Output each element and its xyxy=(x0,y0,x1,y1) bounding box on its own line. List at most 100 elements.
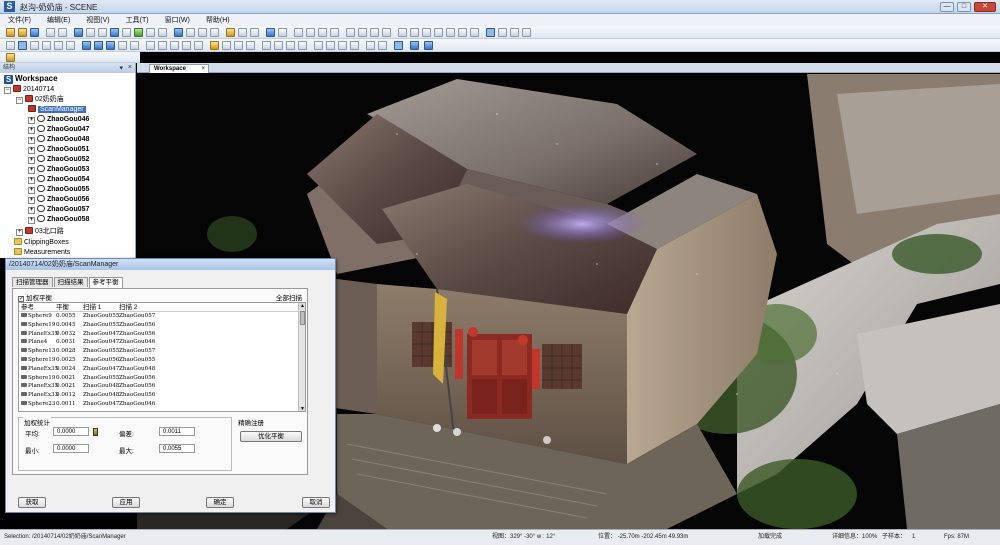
expand-icon[interactable]: + xyxy=(16,229,23,236)
tree-scan[interactable]: + ZhaoGou048 xyxy=(28,135,89,145)
edl-icon[interactable] xyxy=(326,41,335,50)
expand-icon[interactable]: + xyxy=(28,207,35,214)
col-scan2[interactable]: 扫描 2 xyxy=(119,303,137,312)
cloud-icon[interactable] xyxy=(198,28,207,37)
table-row[interactable]: PlaneEx33 0.0012 ZhaoGou048 ZhaoGou056 xyxy=(19,391,305,400)
angle-icon[interactable] xyxy=(358,28,367,37)
expand-icon[interactable]: + xyxy=(28,147,35,154)
expand-icon[interactable]: + xyxy=(28,167,35,174)
table-row[interactable]: Plane4 0.0031 ZhaoGou047 ZhaoGou046 xyxy=(19,338,305,347)
level-icon[interactable] xyxy=(378,41,387,50)
fly-icon[interactable] xyxy=(66,41,75,50)
export-icon[interactable] xyxy=(210,28,219,37)
table-row[interactable]: PlaneEx35 0.0021 ZhaoGou048 ZhaoGou056 xyxy=(19,382,305,391)
target-icon[interactable] xyxy=(110,28,119,37)
tree-clipping-boxes[interactable]: ClippingBoxes xyxy=(14,238,69,248)
tab-scan-manager[interactable]: 扫描管理器 xyxy=(12,277,53,287)
color-mode-icon[interactable] xyxy=(222,41,231,50)
expand-icon[interactable]: + xyxy=(28,137,35,144)
table-row[interactable]: Sphere23 0.0011 ZhaoGou047 ZhaoGou046 xyxy=(19,400,305,409)
iso-view-icon[interactable] xyxy=(118,41,127,50)
menu-window[interactable]: 窗口(W) xyxy=(165,15,190,25)
zoom-icon[interactable] xyxy=(470,28,479,37)
expand-icon[interactable]: + xyxy=(28,177,35,184)
tree-sibling-cluster[interactable]: +03北口路 xyxy=(16,227,64,237)
circle-icon[interactable] xyxy=(458,28,467,37)
tree-scan[interactable]: + ZhaoGou046 xyxy=(28,115,89,125)
tree-scan[interactable]: + ZhaoGou052 xyxy=(28,155,89,165)
redo-icon[interactable] xyxy=(58,28,67,37)
maximize-button[interactable]: □ xyxy=(957,2,971,12)
tree-scan[interactable]: + ZhaoGou054 xyxy=(28,175,89,185)
tile-icon[interactable] xyxy=(350,41,359,50)
list-scrollbar[interactable]: ▲ ▼ xyxy=(298,303,305,411)
table-row[interactable]: Sphere19 0.0021 ZhaoGou055 ZhaoGou056 xyxy=(19,374,305,383)
scroll-down-icon[interactable]: ▼ xyxy=(299,406,305,411)
table-row[interactable]: Sphere19 0.0025 ZhaoGou056 ZhaoGou055 xyxy=(19,356,305,365)
tree-workspace[interactable]: S Workspace xyxy=(4,74,58,84)
save-icon[interactable] xyxy=(30,28,39,37)
stereo-icon[interactable] xyxy=(262,41,271,50)
home-view-icon[interactable] xyxy=(130,41,139,50)
col-balance[interactable]: 平衡 xyxy=(56,303,69,312)
menu-file[interactable]: 文件(F) xyxy=(8,15,31,25)
filter-icon[interactable] xyxy=(86,28,95,37)
tree-scan[interactable]: + ZhaoGou056 xyxy=(28,195,89,205)
tab-close-icon[interactable]: × xyxy=(201,65,205,73)
tree-scan[interactable]: + ZhaoGou047 xyxy=(28,125,89,135)
menu-help[interactable]: 帮助(H) xyxy=(206,15,230,25)
undo-icon[interactable] xyxy=(46,28,55,37)
fetch-button[interactable]: 获取 xyxy=(18,497,46,508)
intensity-icon[interactable] xyxy=(234,41,243,50)
correspondence-icon[interactable] xyxy=(174,28,183,37)
color-icon[interactable] xyxy=(186,28,195,37)
selection-icon[interactable] xyxy=(382,28,391,37)
clip-icon[interactable] xyxy=(294,28,303,37)
menu-tools[interactable]: 工具(T) xyxy=(126,15,149,25)
scroll-thumb[interactable] xyxy=(300,311,305,325)
zoom-fit-icon[interactable] xyxy=(170,41,179,50)
filter-icon-2[interactable] xyxy=(366,41,375,50)
collapse-icon[interactable]: − xyxy=(16,97,23,104)
screen-icon[interactable] xyxy=(410,41,419,50)
tab-reference-balance[interactable]: 参考平衡 xyxy=(88,277,123,288)
top-view-icon[interactable] xyxy=(94,41,103,50)
new-icon[interactable] xyxy=(6,28,15,37)
hide-icon[interactable] xyxy=(318,28,327,37)
ok-button[interactable]: 确定 xyxy=(206,497,234,508)
tag-icon[interactable] xyxy=(370,28,379,37)
flash-icon[interactable] xyxy=(182,41,191,50)
scroll-up-icon[interactable]: ▲ xyxy=(299,303,305,310)
shade-icon[interactable] xyxy=(286,41,295,50)
table-row[interactable]: PlaneEx35 0.0032 ZhaoGou047 ZhaoGou056 xyxy=(19,330,305,339)
col-scan1[interactable]: 扫描 1 xyxy=(83,303,101,312)
view-mode-planar-icon[interactable] xyxy=(498,28,507,37)
expand-icon[interactable]: + xyxy=(28,117,35,124)
cancel-button[interactable]: 取消 xyxy=(302,497,330,508)
table-row[interactable]: Sphere19 0.0045 ZhaoGou055 ZhaoGou056 xyxy=(19,321,305,330)
table-row[interactable]: PlaneEx35 0.0024 ZhaoGou047 ZhaoGou048 xyxy=(19,365,305,374)
view-icon[interactable] xyxy=(250,28,259,37)
view-mode-3d-icon[interactable] xyxy=(486,28,495,37)
pan-icon[interactable] xyxy=(30,41,39,50)
point-icon[interactable] xyxy=(434,28,443,37)
expand-icon[interactable]: + xyxy=(28,127,35,134)
tab-scan-results[interactable]: 扫描结果 xyxy=(53,277,88,287)
point-size-icon[interactable] xyxy=(278,28,287,37)
panel-close-icon[interactable]: × xyxy=(128,63,132,73)
quick-view-icon[interactable] xyxy=(266,28,275,37)
gap-fill-icon[interactable] xyxy=(314,41,323,50)
render-icon[interactable] xyxy=(274,41,283,50)
tree-scan[interactable]: + ZhaoGou057 xyxy=(28,205,89,215)
rotate-icon[interactable] xyxy=(42,41,51,50)
box-select-icon[interactable] xyxy=(410,28,419,37)
scan-icon[interactable] xyxy=(74,28,83,37)
pin-icon[interactable]: ▾ xyxy=(119,64,123,74)
menu-view[interactable]: 视图(V) xyxy=(86,15,109,25)
pointer-icon[interactable] xyxy=(6,41,15,50)
zoom-in-icon[interactable] xyxy=(146,41,155,50)
col-reference[interactable]: 参考 xyxy=(21,303,34,312)
tree-project[interactable]: − 20140714 xyxy=(4,85,54,95)
close-button[interactable]: ✕ xyxy=(974,2,996,12)
expand-icon[interactable]: + xyxy=(28,187,35,194)
